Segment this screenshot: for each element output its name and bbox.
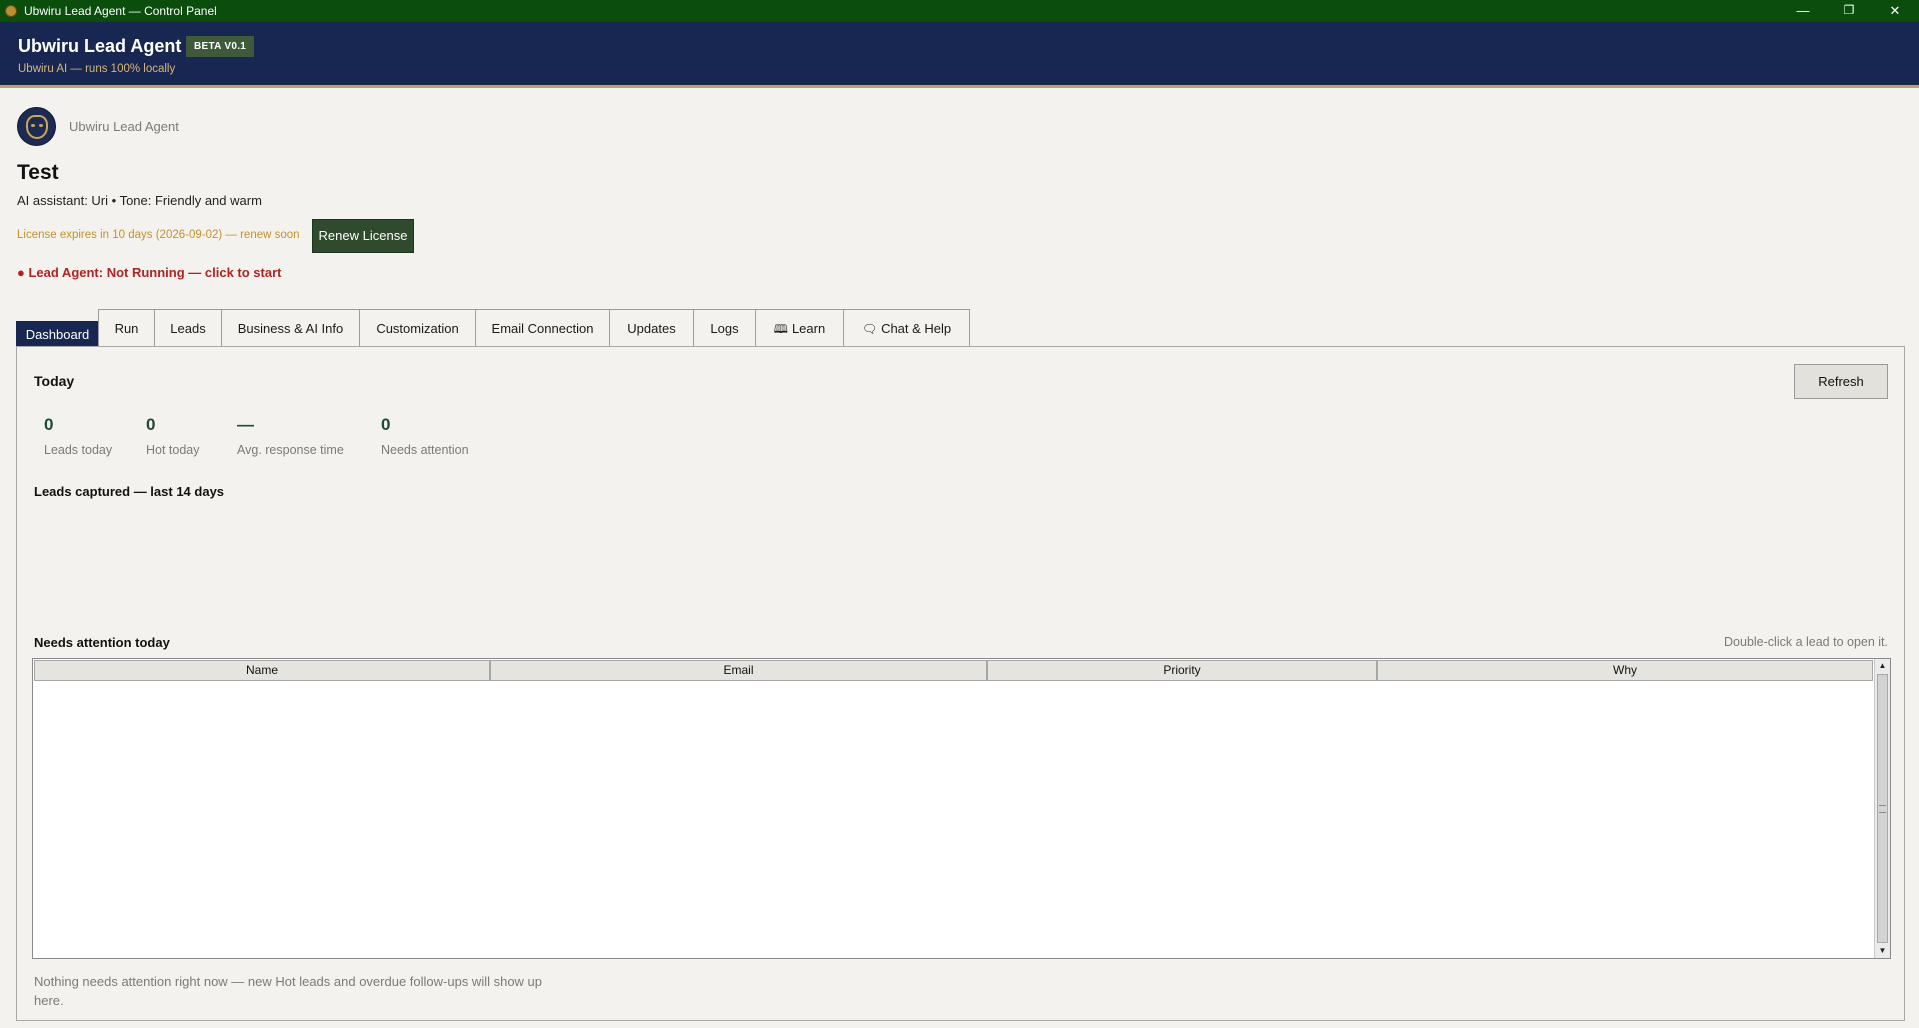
app-title: Ubwiru Lead Agent [18, 36, 182, 56]
minimize-button[interactable]: — [1781, 0, 1825, 22]
tab-run[interactable]: Run [98, 309, 155, 347]
tab-learn[interactable]: 🕮 Learn [755, 309, 844, 347]
tab-learn-label: Learn [791, 321, 826, 336]
kpi-leads-today-value: 0 [44, 415, 54, 434]
agent-status-link[interactable]: ● Lead Agent: Not Running — click to sta… [17, 265, 282, 280]
tab-customization[interactable]: Customization [359, 309, 476, 347]
lion-mask-icon [17, 107, 56, 146]
refresh-button[interactable]: Refresh [1794, 364, 1888, 399]
tab-leads[interactable]: Leads [154, 309, 222, 347]
renew-license-button[interactable]: Renew License [312, 219, 414, 253]
tab-chat-help-label: Chat & Help [881, 321, 952, 336]
needs-attention-title: Needs attention today [34, 635, 170, 650]
kpi-needs-attention-label: Needs attention [381, 443, 469, 457]
leads-chart-title: Leads captured — last 14 days [34, 484, 225, 499]
kpi-avg-response-label: Avg. response time [237, 443, 344, 457]
close-button[interactable]: ✕ [1873, 0, 1917, 22]
today-title: Today [34, 373, 75, 389]
assistant-info: AI assistant: Uri • Tone: Friendly and w… [17, 193, 262, 208]
brand-label: Ubwiru Lead Agent [69, 119, 179, 134]
app-icon [5, 5, 17, 17]
column-header-priority[interactable]: Priority [987, 660, 1377, 681]
version-badge: BETA V0.1 [186, 36, 255, 57]
scroll-down-icon[interactable]: ▼ [1875, 944, 1890, 958]
learn-icon: 🕮 [773, 322, 788, 336]
column-header-why[interactable]: Why [1377, 660, 1873, 681]
tab-logs[interactable]: Logs [693, 309, 756, 347]
tab-business-ai-info[interactable]: Business & AI Info [221, 309, 360, 347]
license-warning: License expires in 10 days (2026-09-02) … [17, 229, 300, 241]
app-subtitle: Ubwiru AI — runs 100% locally [18, 63, 176, 75]
tab-email-connection[interactable]: Email Connection [475, 309, 610, 347]
tab-dashboard[interactable]: Dashboard [16, 321, 99, 347]
column-header-email[interactable]: Email [490, 660, 987, 681]
client-name: Test [17, 161, 59, 184]
column-header-name[interactable]: Name [34, 660, 490, 681]
double-click-hint: Double-click a lead to open it. [1724, 635, 1888, 649]
scroll-up-icon[interactable]: ▲ [1875, 659, 1890, 673]
app-header: Ubwiru Lead Agent BETA V0.1 Ubwiru AI — … [0, 22, 1919, 88]
restore-button[interactable]: ❐ [1827, 0, 1871, 22]
leads-chart-area [34, 507, 1889, 619]
window-titlebar: Ubwiru Lead Agent — Control Panel — ❐ ✕ [0, 0, 1919, 22]
table-body [34, 682, 1873, 957]
dashboard-panel: Today Refresh 0 Leads today 0 Hot today … [16, 346, 1905, 1021]
tab-chat-help[interactable]: 🗨 Chat & Help [843, 309, 970, 347]
empty-state-message: Nothing needs attention right now — new … [34, 974, 543, 1008]
tab-updates[interactable]: Updates [609, 309, 694, 347]
kpi-hot-today-label: Hot today [146, 443, 200, 457]
kpi-avg-response-value: — [237, 415, 254, 434]
kpi-hot-today-value: 0 [146, 415, 156, 434]
window-title: Ubwiru Lead Agent — Control Panel [24, 4, 217, 18]
vertical-scrollbar[interactable]: ▲ ▼ [1874, 659, 1890, 958]
kpi-needs-attention-value: 0 [381, 415, 391, 434]
needs-attention-table[interactable]: Name Email Priority Why ▲ ▼ [32, 658, 1891, 959]
scrollbar-thumb[interactable] [1877, 674, 1888, 943]
chat-bubble-icon: 🗨 [861, 322, 878, 336]
kpi-leads-today-label: Leads today [44, 443, 113, 457]
